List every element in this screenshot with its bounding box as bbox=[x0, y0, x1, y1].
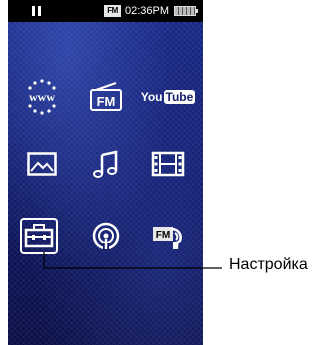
fm-badge-icon: FM bbox=[104, 5, 121, 17]
settings-toolbox-icon[interactable] bbox=[17, 214, 61, 258]
svg-text:www: www bbox=[29, 90, 55, 104]
svg-text:FM: FM bbox=[156, 230, 170, 241]
video-icon[interactable] bbox=[146, 142, 190, 186]
clock: 02:36PM bbox=[125, 5, 170, 17]
svg-text:FM: FM bbox=[97, 94, 116, 109]
callout-label: Настройка bbox=[229, 256, 308, 273]
status-bar: FM 02:36PM bbox=[8, 0, 203, 22]
podcast-icon[interactable] bbox=[84, 214, 128, 258]
battery-icon bbox=[174, 6, 199, 16]
status-right-group: FM 02:36PM bbox=[104, 3, 199, 19]
www-icon[interactable]: www bbox=[20, 75, 64, 119]
photo-icon[interactable] bbox=[20, 142, 64, 186]
youtube-tube-text: Tube bbox=[163, 90, 196, 104]
fm-recording-icon[interactable]: FM bbox=[146, 214, 190, 258]
pause-status-icon bbox=[32, 6, 41, 16]
youtube-you-text: You bbox=[140, 90, 163, 104]
device-screen: FM 02:36PM www FM You Tube FM bbox=[8, 0, 203, 345]
youtube-icon[interactable]: You Tube bbox=[141, 75, 196, 119]
music-icon[interactable] bbox=[84, 142, 128, 186]
fm-radio-icon[interactable]: FM bbox=[84, 75, 128, 119]
